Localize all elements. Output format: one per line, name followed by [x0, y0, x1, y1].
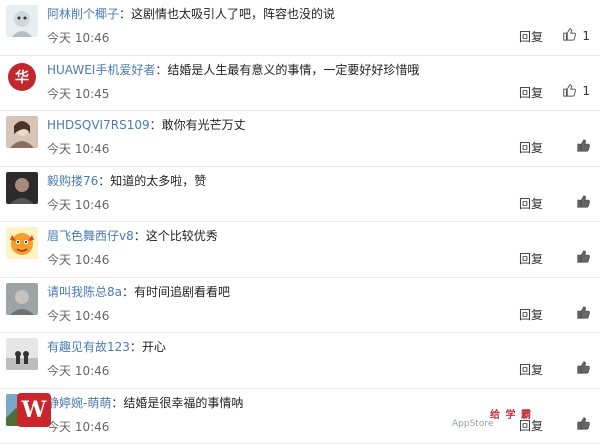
thumbs-up-icon [576, 194, 590, 211]
avatar[interactable] [6, 283, 38, 315]
comment-time: 今天 10:46 [47, 362, 109, 379]
separator: ： [111, 396, 123, 410]
comment-line: HHDSQVI7RS109：敢你有光芒万丈 [47, 116, 246, 133]
comment-item: 眉飞色舞西仔v8：这个比较优秀 今天 10:46 回复 [0, 222, 600, 278]
separator: ： [130, 340, 142, 354]
thumbs-up-icon [576, 360, 590, 377]
comment-time: 今天 10:46 [47, 251, 109, 268]
avatar[interactable] [6, 5, 38, 37]
reply-button[interactable]: 回复 [519, 28, 543, 45]
avatar[interactable] [6, 116, 38, 148]
like-button[interactable] [576, 305, 590, 322]
reply-button[interactable]: 回复 [519, 417, 543, 434]
comment-text: 这剧情也太吸引人了吧，阵容也没的说 [131, 7, 335, 21]
like-count: 1 [582, 84, 590, 98]
comment-text: 敢你有光芒万丈 [162, 118, 246, 132]
comment-item: 阿林削个椰子：这剧情也太吸引人了吧，阵容也没的说 今天 10:46 回复 1 [0, 0, 600, 56]
avatar[interactable] [6, 338, 38, 370]
reply-button[interactable]: 回复 [519, 139, 543, 156]
separator: ： [119, 7, 131, 21]
like-button[interactable]: 1 [562, 83, 590, 100]
reply-button[interactable]: 回复 [519, 84, 543, 101]
comment-username[interactable]: 阿林削个椰子 [47, 7, 119, 21]
thumbs-up-icon [562, 83, 576, 100]
like-button[interactable] [576, 249, 590, 266]
like-button[interactable] [576, 194, 590, 211]
comment-line: 有趣见有故123：开心 [47, 338, 166, 355]
comment-username[interactable]: 请叫我陈总8a [47, 285, 122, 299]
avatar[interactable] [6, 172, 38, 204]
comment-time: 今天 10:46 [47, 418, 109, 435]
separator: ： [150, 118, 162, 132]
comment-time: 今天 10:46 [47, 196, 109, 213]
comment-time: 今天 10:46 [47, 140, 109, 157]
avatar-character: 华 [6, 61, 38, 93]
comment-item: 毅购搂76：知道的太多啦，赞 今天 10:46 回复 [0, 167, 600, 223]
comment-item: 静婷婉-萌萌：结婚是很幸福的事情呐 今天 10:46 回复 [0, 389, 600, 444]
app-logo: W [17, 393, 51, 427]
separator: ： [98, 174, 110, 188]
comment-username[interactable]: HHDSQVI7RS109 [47, 118, 150, 132]
comment-line: 静婷婉-萌萌：结婚是很幸福的事情呐 [47, 394, 243, 411]
comment-time: 今天 10:46 [47, 307, 109, 324]
comment-username[interactable]: 有趣见有故123 [47, 340, 130, 354]
comment-line: 眉飞色舞西仔v8：这个比较优秀 [47, 227, 218, 244]
comment-line: 请叫我陈总8a：有时间追剧看看吧 [47, 283, 230, 300]
like-button[interactable]: 1 [562, 27, 590, 44]
like-button[interactable] [576, 416, 590, 433]
thumbs-up-icon [562, 27, 576, 44]
comment-username[interactable]: HUAWEI手机爱好者 [47, 63, 155, 77]
thumbs-up-icon [576, 249, 590, 266]
reply-button[interactable]: 回复 [519, 250, 543, 267]
comment-text: 有时间追剧看看吧 [134, 285, 230, 299]
comment-username[interactable]: 眉飞色舞西仔v8 [47, 229, 134, 243]
comment-text: 开心 [142, 340, 166, 354]
comment-username[interactable]: 毅购搂76 [47, 174, 98, 188]
avatar[interactable]: 华 [6, 61, 38, 93]
reply-button[interactable]: 回复 [519, 306, 543, 323]
comment-item: 请叫我陈总8a：有时间追剧看看吧 今天 10:46 回复 [0, 278, 600, 334]
separator: ： [134, 229, 146, 243]
like-count: 1 [582, 29, 590, 43]
comment-text: 这个比较优秀 [146, 229, 218, 243]
reply-button[interactable]: 回复 [519, 195, 543, 212]
thumbs-up-icon [576, 138, 590, 155]
comment-text: 结婚是很幸福的事情呐 [123, 396, 243, 410]
avatar[interactable] [6, 227, 38, 259]
comment-text: 知道的太多啦，赞 [110, 174, 206, 188]
comment-line: 毅购搂76：知道的太多啦，赞 [47, 172, 206, 189]
comment-item: HHDSQVI7RS109：敢你有光芒万丈 今天 10:46 回复 [0, 111, 600, 167]
like-button[interactable] [576, 138, 590, 155]
comment-username[interactable]: 静婷婉-萌萌 [47, 396, 111, 410]
comment-time: 今天 10:45 [47, 85, 109, 102]
comment-line: HUAWEI手机爱好者：结婚是人生最有意义的事情，一定要好好珍惜哦 [47, 61, 419, 78]
like-button[interactable] [576, 360, 590, 377]
thumbs-up-icon [576, 305, 590, 322]
comment-item: 华 HUAWEI手机爱好者：结婚是人生最有意义的事情，一定要好好珍惜哦 今天 1… [0, 56, 600, 112]
separator: ： [155, 63, 167, 77]
separator: ： [122, 285, 134, 299]
comment-list: 阿林削个椰子：这剧情也太吸引人了吧，阵容也没的说 今天 10:46 回复 1 华… [0, 0, 600, 444]
comment-item: 有趣见有故123：开心 今天 10:46 回复 [0, 333, 600, 389]
reply-button[interactable]: 回复 [519, 361, 543, 378]
comment-time: 今天 10:46 [47, 29, 109, 46]
thumbs-up-icon [576, 416, 590, 433]
comment-text: 结婚是人生最有意义的事情，一定要好好珍惜哦 [167, 63, 419, 77]
comment-line: 阿林削个椰子：这剧情也太吸引人了吧，阵容也没的说 [47, 5, 335, 22]
